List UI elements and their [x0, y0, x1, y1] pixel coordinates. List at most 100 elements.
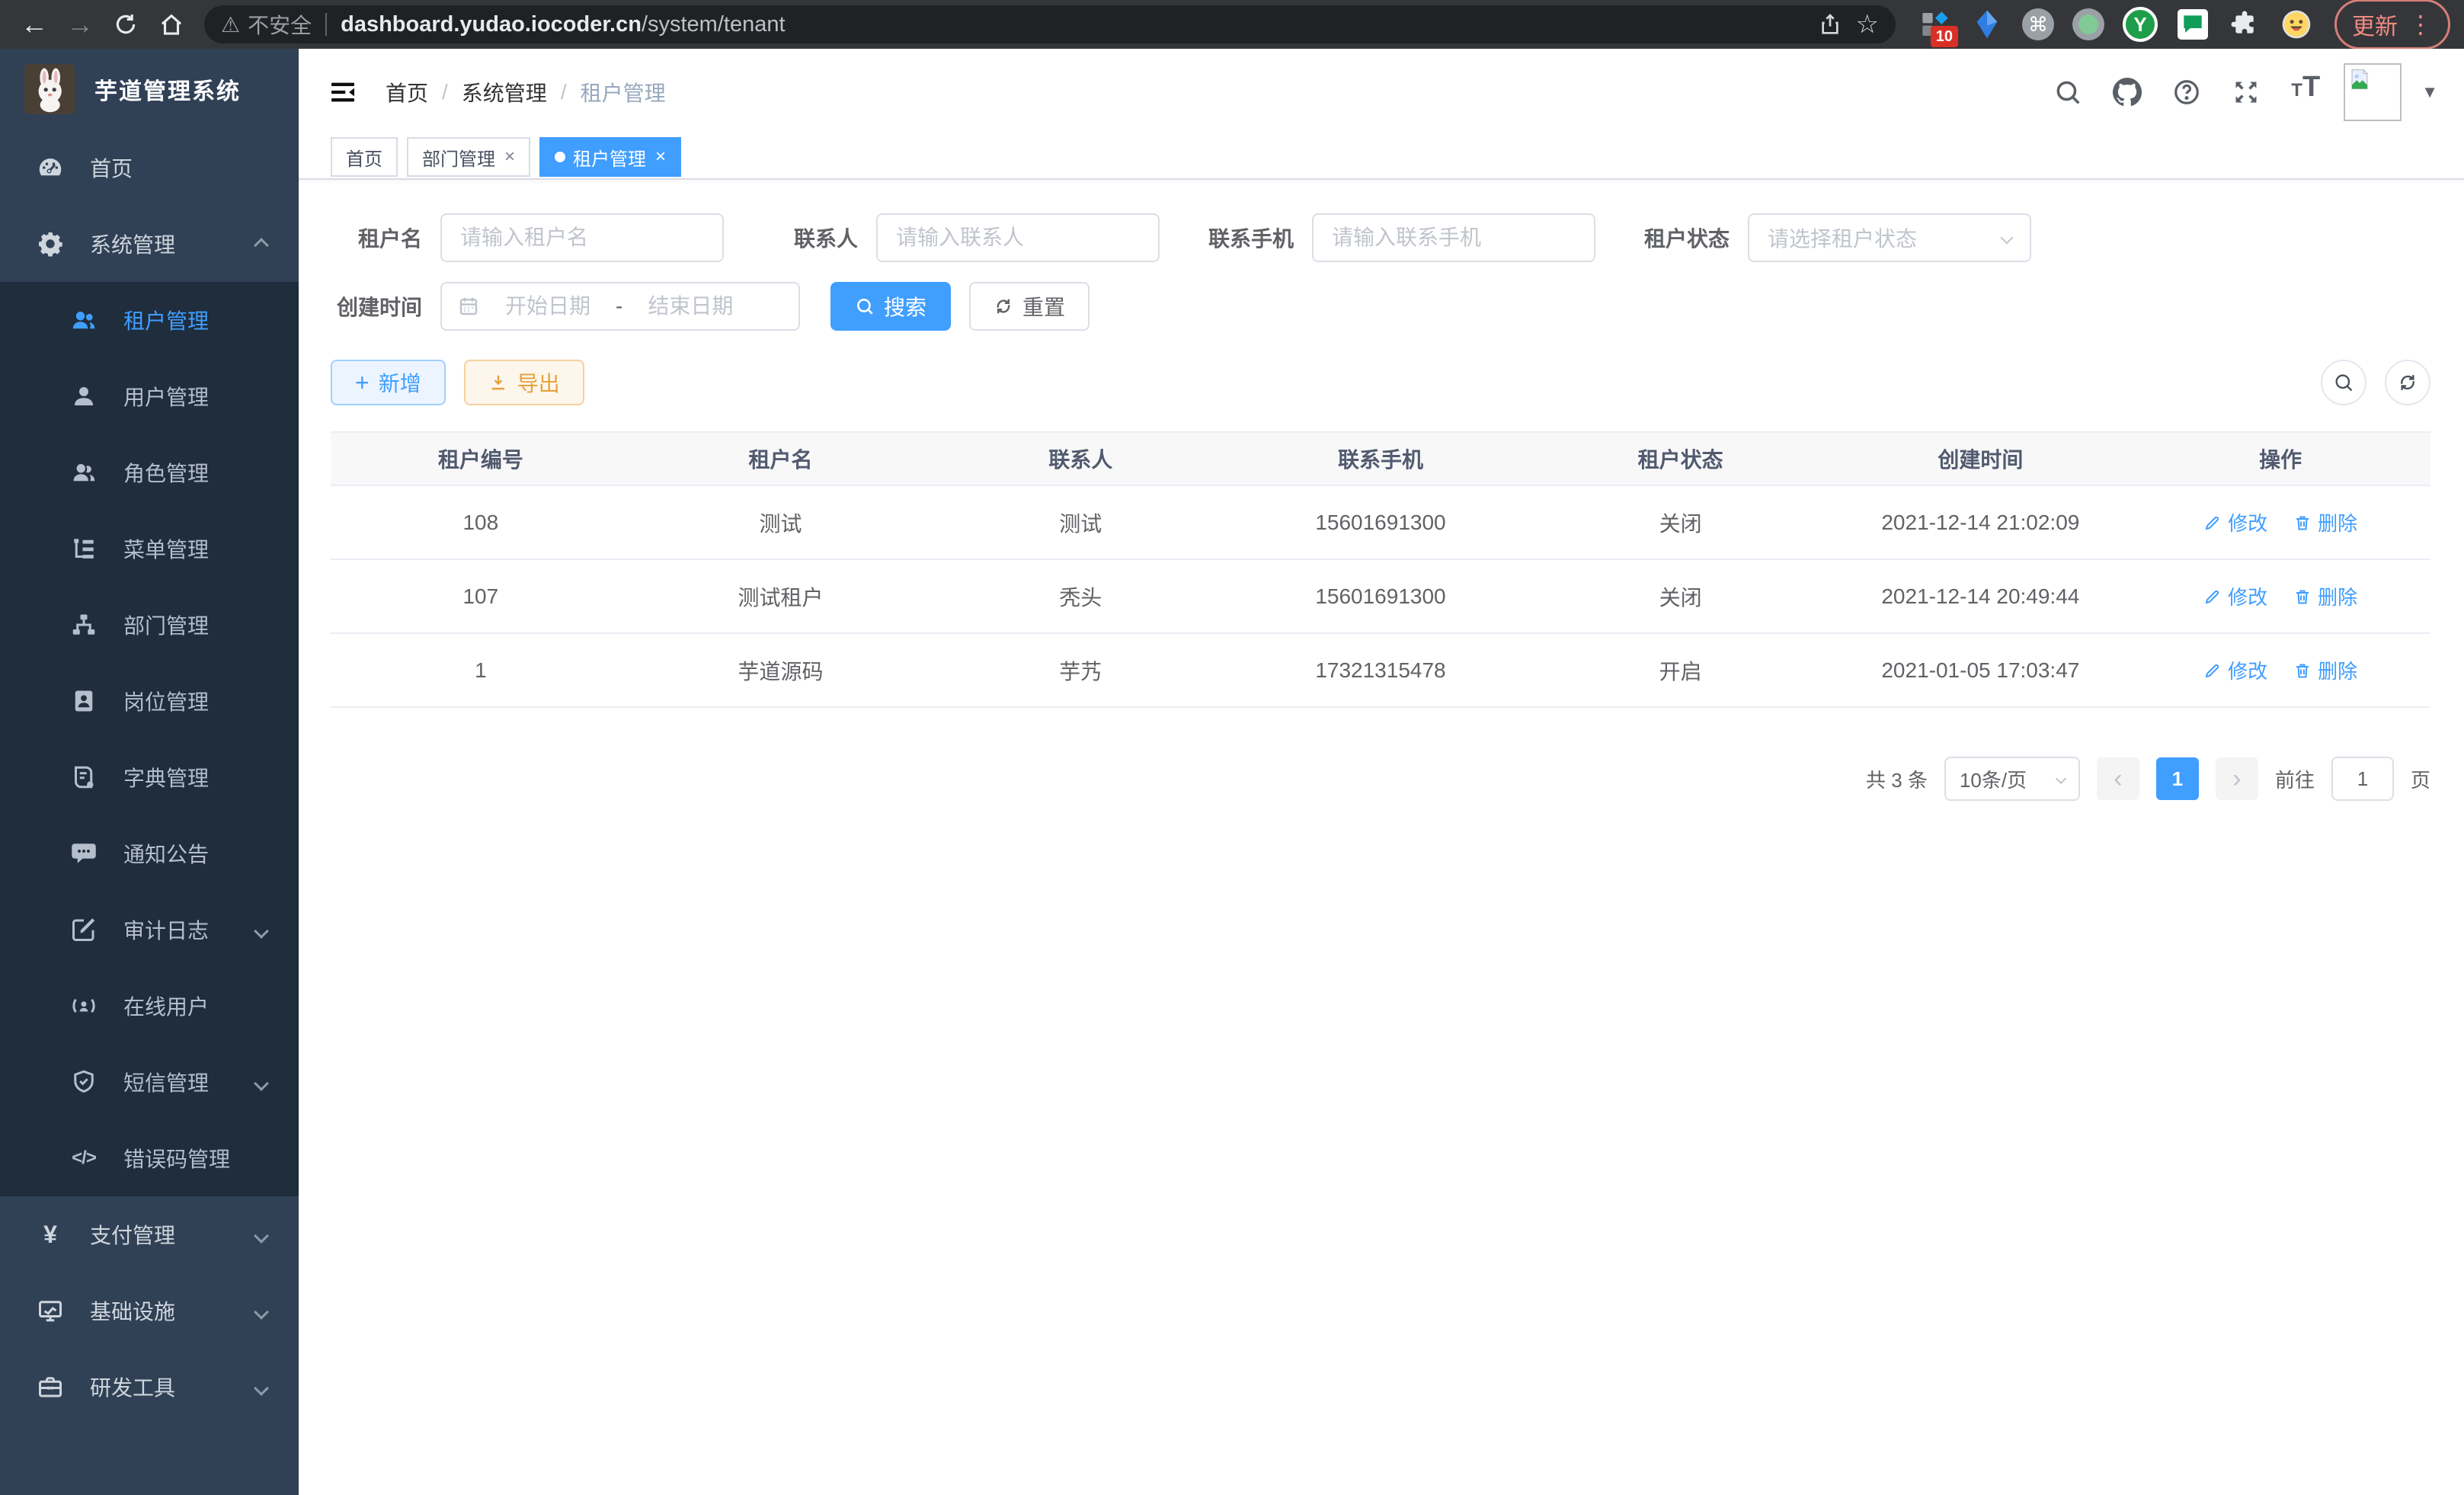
contact-input[interactable]	[876, 213, 1160, 262]
sidebar-item-label: 系统管理	[90, 229, 175, 259]
edit-button[interactable]: 修改	[2203, 582, 2267, 610]
sidebar-item-infra[interactable]: 基础设施	[0, 1273, 299, 1349]
search-button[interactable]: 搜索	[830, 282, 951, 331]
sidebar-item-devtool[interactable]: 研发工具	[0, 1349, 299, 1425]
sidebar-collapse-button[interactable]	[318, 68, 367, 117]
pagination-total: 共 3 条	[1866, 765, 1928, 793]
address-bar[interactable]: ⚠ 不安全 dashboard.yudao.iocoder.cn/system/…	[204, 5, 1896, 43]
goto-page-input[interactable]	[2331, 757, 2394, 801]
cell-created: 2021-12-14 20:49:44	[1831, 559, 2131, 633]
delete-button[interactable]: 删除	[2293, 508, 2357, 536]
hamburger-fold-icon	[328, 77, 358, 107]
cell-created: 2021-12-14 21:02:09	[1831, 485, 2131, 559]
chevron-down-icon	[2056, 773, 2066, 784]
sidebar-item-pay[interactable]: ¥ 支付管理	[0, 1196, 299, 1273]
cell-tenant-name: 测试租户	[631, 559, 931, 633]
refresh-table-button[interactable]	[2385, 360, 2430, 405]
sidebar-item-errcode[interactable]: </> 错误码管理	[0, 1120, 299, 1196]
end-date-input[interactable]	[633, 294, 747, 319]
sidebar-item-user[interactable]: 用户管理	[0, 358, 299, 434]
chrome-update-menu-button[interactable]: 更新 ⋮	[2334, 0, 2450, 50]
cell-status: 关闭	[1531, 559, 1831, 633]
help-button[interactable]	[2165, 71, 2208, 114]
chevron-down-icon	[2001, 232, 2014, 245]
sidebar-item-role[interactable]: 角色管理	[0, 434, 299, 511]
page-number-button[interactable]: 1	[2156, 757, 2199, 800]
app-logo-row[interactable]: 芋道管理系统	[0, 49, 299, 130]
refresh-icon	[2397, 372, 2418, 393]
toggle-search-button[interactable]	[2321, 360, 2366, 405]
reset-button[interactable]: 重置	[969, 282, 1090, 331]
sidebar-item-label: 岗位管理	[123, 686, 209, 716]
bookmark-star-icon[interactable]: ☆	[1856, 9, 1879, 40]
omnibox-divider	[325, 13, 327, 36]
sidebar-item-audit[interactable]: 审计日志	[0, 892, 299, 968]
cell-mobile: 17321315478	[1230, 633, 1531, 707]
sidebar-item-menu[interactable]: 菜单管理	[0, 511, 299, 587]
delete-button[interactable]: 删除	[2293, 656, 2357, 684]
sidebar-item-home[interactable]: 首页	[0, 130, 299, 206]
sidebar-item-notice[interactable]: 通知公告	[0, 815, 299, 892]
sidebar-item-tenant[interactable]: 租户管理	[0, 282, 299, 358]
tab-tenant[interactable]: 租户管理 ×	[539, 137, 681, 177]
extension-kite-icon[interactable]	[1970, 8, 2004, 41]
extension-chat-icon[interactable]	[2176, 8, 2210, 41]
extension-y-icon[interactable]: Y	[2123, 7, 2158, 42]
sidebar-item-dict[interactable]: 字典管理	[0, 739, 299, 815]
extension-dot-icon[interactable]	[2072, 8, 2104, 40]
page-size-select[interactable]: 10条/页	[1944, 757, 2080, 801]
tab-dept[interactable]: 部门管理 ×	[407, 137, 530, 177]
delete-button[interactable]: 删除	[2293, 582, 2357, 610]
github-link-button[interactable]	[2106, 71, 2149, 114]
tenant-name-input[interactable]	[440, 213, 724, 262]
reload-icon	[113, 11, 139, 37]
close-icon[interactable]: ×	[504, 146, 515, 168]
sidebar-item-post[interactable]: 岗位管理	[0, 663, 299, 739]
start-date-input[interactable]	[491, 294, 605, 319]
column-header: 联系手机	[1230, 432, 1531, 485]
header-search-button[interactable]	[2046, 71, 2089, 114]
cell-mobile: 15601691300	[1230, 485, 1531, 559]
mobile-input[interactable]	[1312, 213, 1595, 262]
browser-forward-button[interactable]: →	[59, 4, 101, 45]
pagination: 共 3 条 10条/页 ‹ 1 › 前往 页	[331, 757, 2430, 801]
home-icon	[158, 11, 184, 37]
add-button[interactable]: + 新增	[331, 360, 446, 405]
browser-home-button[interactable]	[151, 4, 192, 45]
font-size-button[interactable]: TT	[2284, 71, 2327, 114]
profile-avatar-icon[interactable]	[2280, 8, 2313, 41]
url-text[interactable]: dashboard.yudao.iocoder.cn/system/tenant	[341, 12, 1817, 37]
browser-reload-button[interactable]	[105, 4, 146, 45]
prev-page-button[interactable]: ‹	[2097, 757, 2139, 800]
status-select[interactable]: 请选择租户状态	[1748, 213, 2031, 262]
table-header-row: 租户编号 租户名 联系人 联系手机 租户状态 创建时间 操作	[331, 432, 2430, 485]
code-icon: </>	[69, 1148, 99, 1169]
sidebar-item-online[interactable]: 在线用户	[0, 968, 299, 1044]
cell-status: 关闭	[1531, 485, 1831, 559]
sidebar-item-dept[interactable]: 部门管理	[0, 587, 299, 663]
browser-back-button[interactable]: ←	[14, 4, 55, 45]
mobile-label: 联系手机	[1202, 222, 1294, 253]
extensions-puzzle-icon[interactable]	[2228, 8, 2261, 41]
export-button[interactable]: 导出	[464, 360, 584, 405]
top-navbar: 首页 / 系统管理 / 租户管理 TT	[299, 49, 2464, 136]
tab-home[interactable]: 首页	[331, 137, 398, 177]
edit-button[interactable]: 修改	[2203, 508, 2267, 536]
breadcrumb-system[interactable]: 系统管理	[462, 77, 547, 107]
extension-grid-icon[interactable]: 10	[1918, 8, 1952, 41]
edit-button[interactable]: 修改	[2203, 656, 2267, 684]
chevron-down-icon	[256, 917, 267, 942]
security-label[interactable]: 不安全	[248, 9, 312, 40]
sidebar-item-system[interactable]: 系统管理	[0, 206, 299, 282]
close-icon[interactable]: ×	[655, 146, 666, 168]
avatar-caret-icon[interactable]: ▼	[2421, 82, 2438, 102]
share-icon[interactable]	[1818, 12, 1842, 37]
column-header: 操作	[2130, 432, 2430, 485]
next-page-button[interactable]: ›	[2216, 757, 2258, 800]
fullscreen-button[interactable]	[2225, 71, 2267, 114]
created-date-range[interactable]: -	[440, 282, 800, 331]
sidebar-item-sms[interactable]: 短信管理	[0, 1044, 299, 1120]
breadcrumb-home[interactable]: 首页	[386, 77, 428, 107]
extension-command-icon[interactable]: ⌘	[2022, 8, 2054, 40]
user-avatar[interactable]	[2344, 63, 2402, 121]
